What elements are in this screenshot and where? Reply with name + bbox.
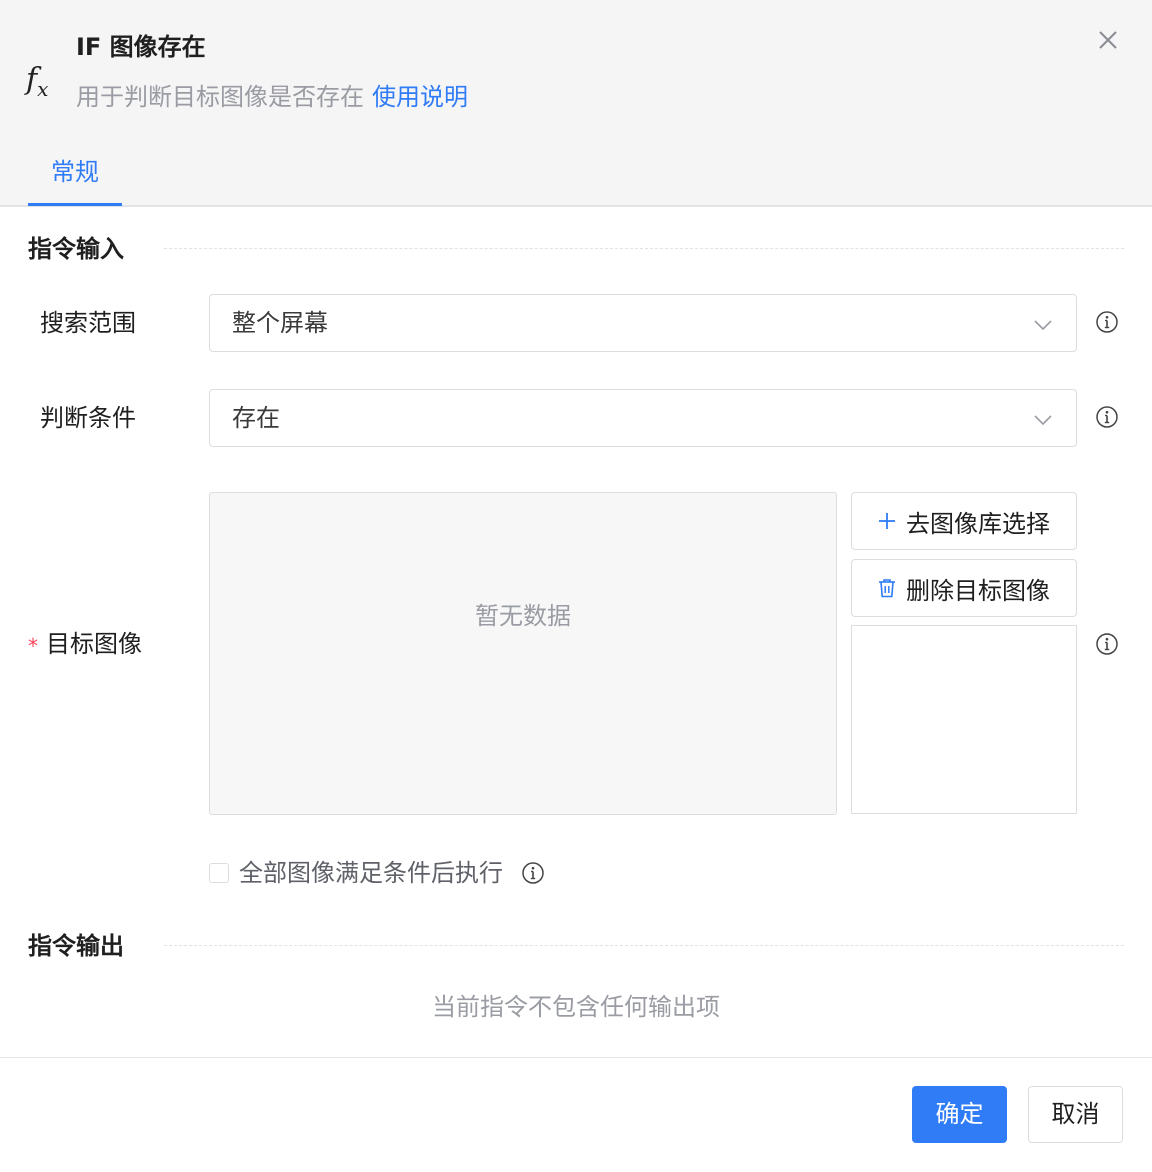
footer-divider: [0, 1057, 1152, 1058]
close-icon[interactable]: [1094, 26, 1122, 54]
dialog-subtitle: 用于判断目标图像是否存在 使用说明: [76, 80, 468, 114]
all-images-info-icon[interactable]: [521, 861, 545, 885]
select-from-library-button[interactable]: 去图像库选择: [851, 492, 1077, 550]
help-link[interactable]: 使用说明: [372, 83, 468, 111]
chevron-down-icon: [1034, 320, 1052, 331]
search-range-value: 整个屏幕: [232, 309, 328, 337]
trash-icon: [879, 579, 895, 598]
delete-target-image-label: 删除目标图像: [906, 576, 1050, 605]
section-divider: [164, 248, 1124, 249]
target-image-info-icon[interactable]: [1095, 632, 1119, 656]
confirm-button[interactable]: 确定: [912, 1086, 1007, 1143]
cancel-button[interactable]: 取消: [1028, 1086, 1123, 1143]
tab-general[interactable]: 常规: [28, 150, 122, 206]
search-range-select[interactable]: 整个屏幕: [209, 294, 1077, 352]
condition-value: 存在: [232, 404, 280, 432]
all-images-checkbox[interactable]: [209, 863, 229, 883]
target-image-label: * 目标图像: [28, 627, 142, 661]
condition-label: 判断条件: [40, 404, 136, 432]
output-section-title: 指令输出: [28, 932, 124, 960]
chevron-down-icon: [1034, 415, 1052, 426]
plus-icon: [879, 513, 895, 529]
input-section-title: 指令输入: [28, 235, 124, 263]
required-mark: *: [28, 634, 38, 658]
if-image-exists-dialog: fx IF 图像存在 用于判断目标图像是否存在 使用说明 常规 指令输入 搜索范围…: [0, 0, 1152, 1172]
empty-image-text: 暂无数据: [475, 602, 571, 630]
target-image-label-text: 目标图像: [46, 630, 142, 658]
select-from-library-label: 去图像库选择: [906, 509, 1050, 538]
dialog-header: fx IF 图像存在 用于判断目标图像是否存在 使用说明 常规: [0, 0, 1152, 207]
image-preview-box: [851, 625, 1077, 814]
condition-select[interactable]: 存在: [209, 389, 1077, 447]
delete-target-image-button[interactable]: 删除目标图像: [851, 559, 1077, 617]
subtitle-text: 用于判断目标图像是否存在: [76, 83, 364, 111]
section-divider: [164, 945, 1124, 946]
dialog-title: IF 图像存在: [76, 33, 206, 61]
search-range-info-icon[interactable]: [1095, 310, 1119, 334]
all-images-checkbox-label[interactable]: 全部图像满足条件后执行: [239, 856, 503, 890]
no-output-text: 当前指令不包含任何输出项: [432, 993, 720, 1021]
all-images-option: 全部图像满足条件后执行: [209, 856, 545, 890]
target-image-list: 暂无数据: [209, 492, 837, 815]
condition-info-icon[interactable]: [1095, 405, 1119, 429]
search-range-label: 搜索范围: [40, 309, 136, 337]
fx-icon: fx: [26, 62, 49, 101]
